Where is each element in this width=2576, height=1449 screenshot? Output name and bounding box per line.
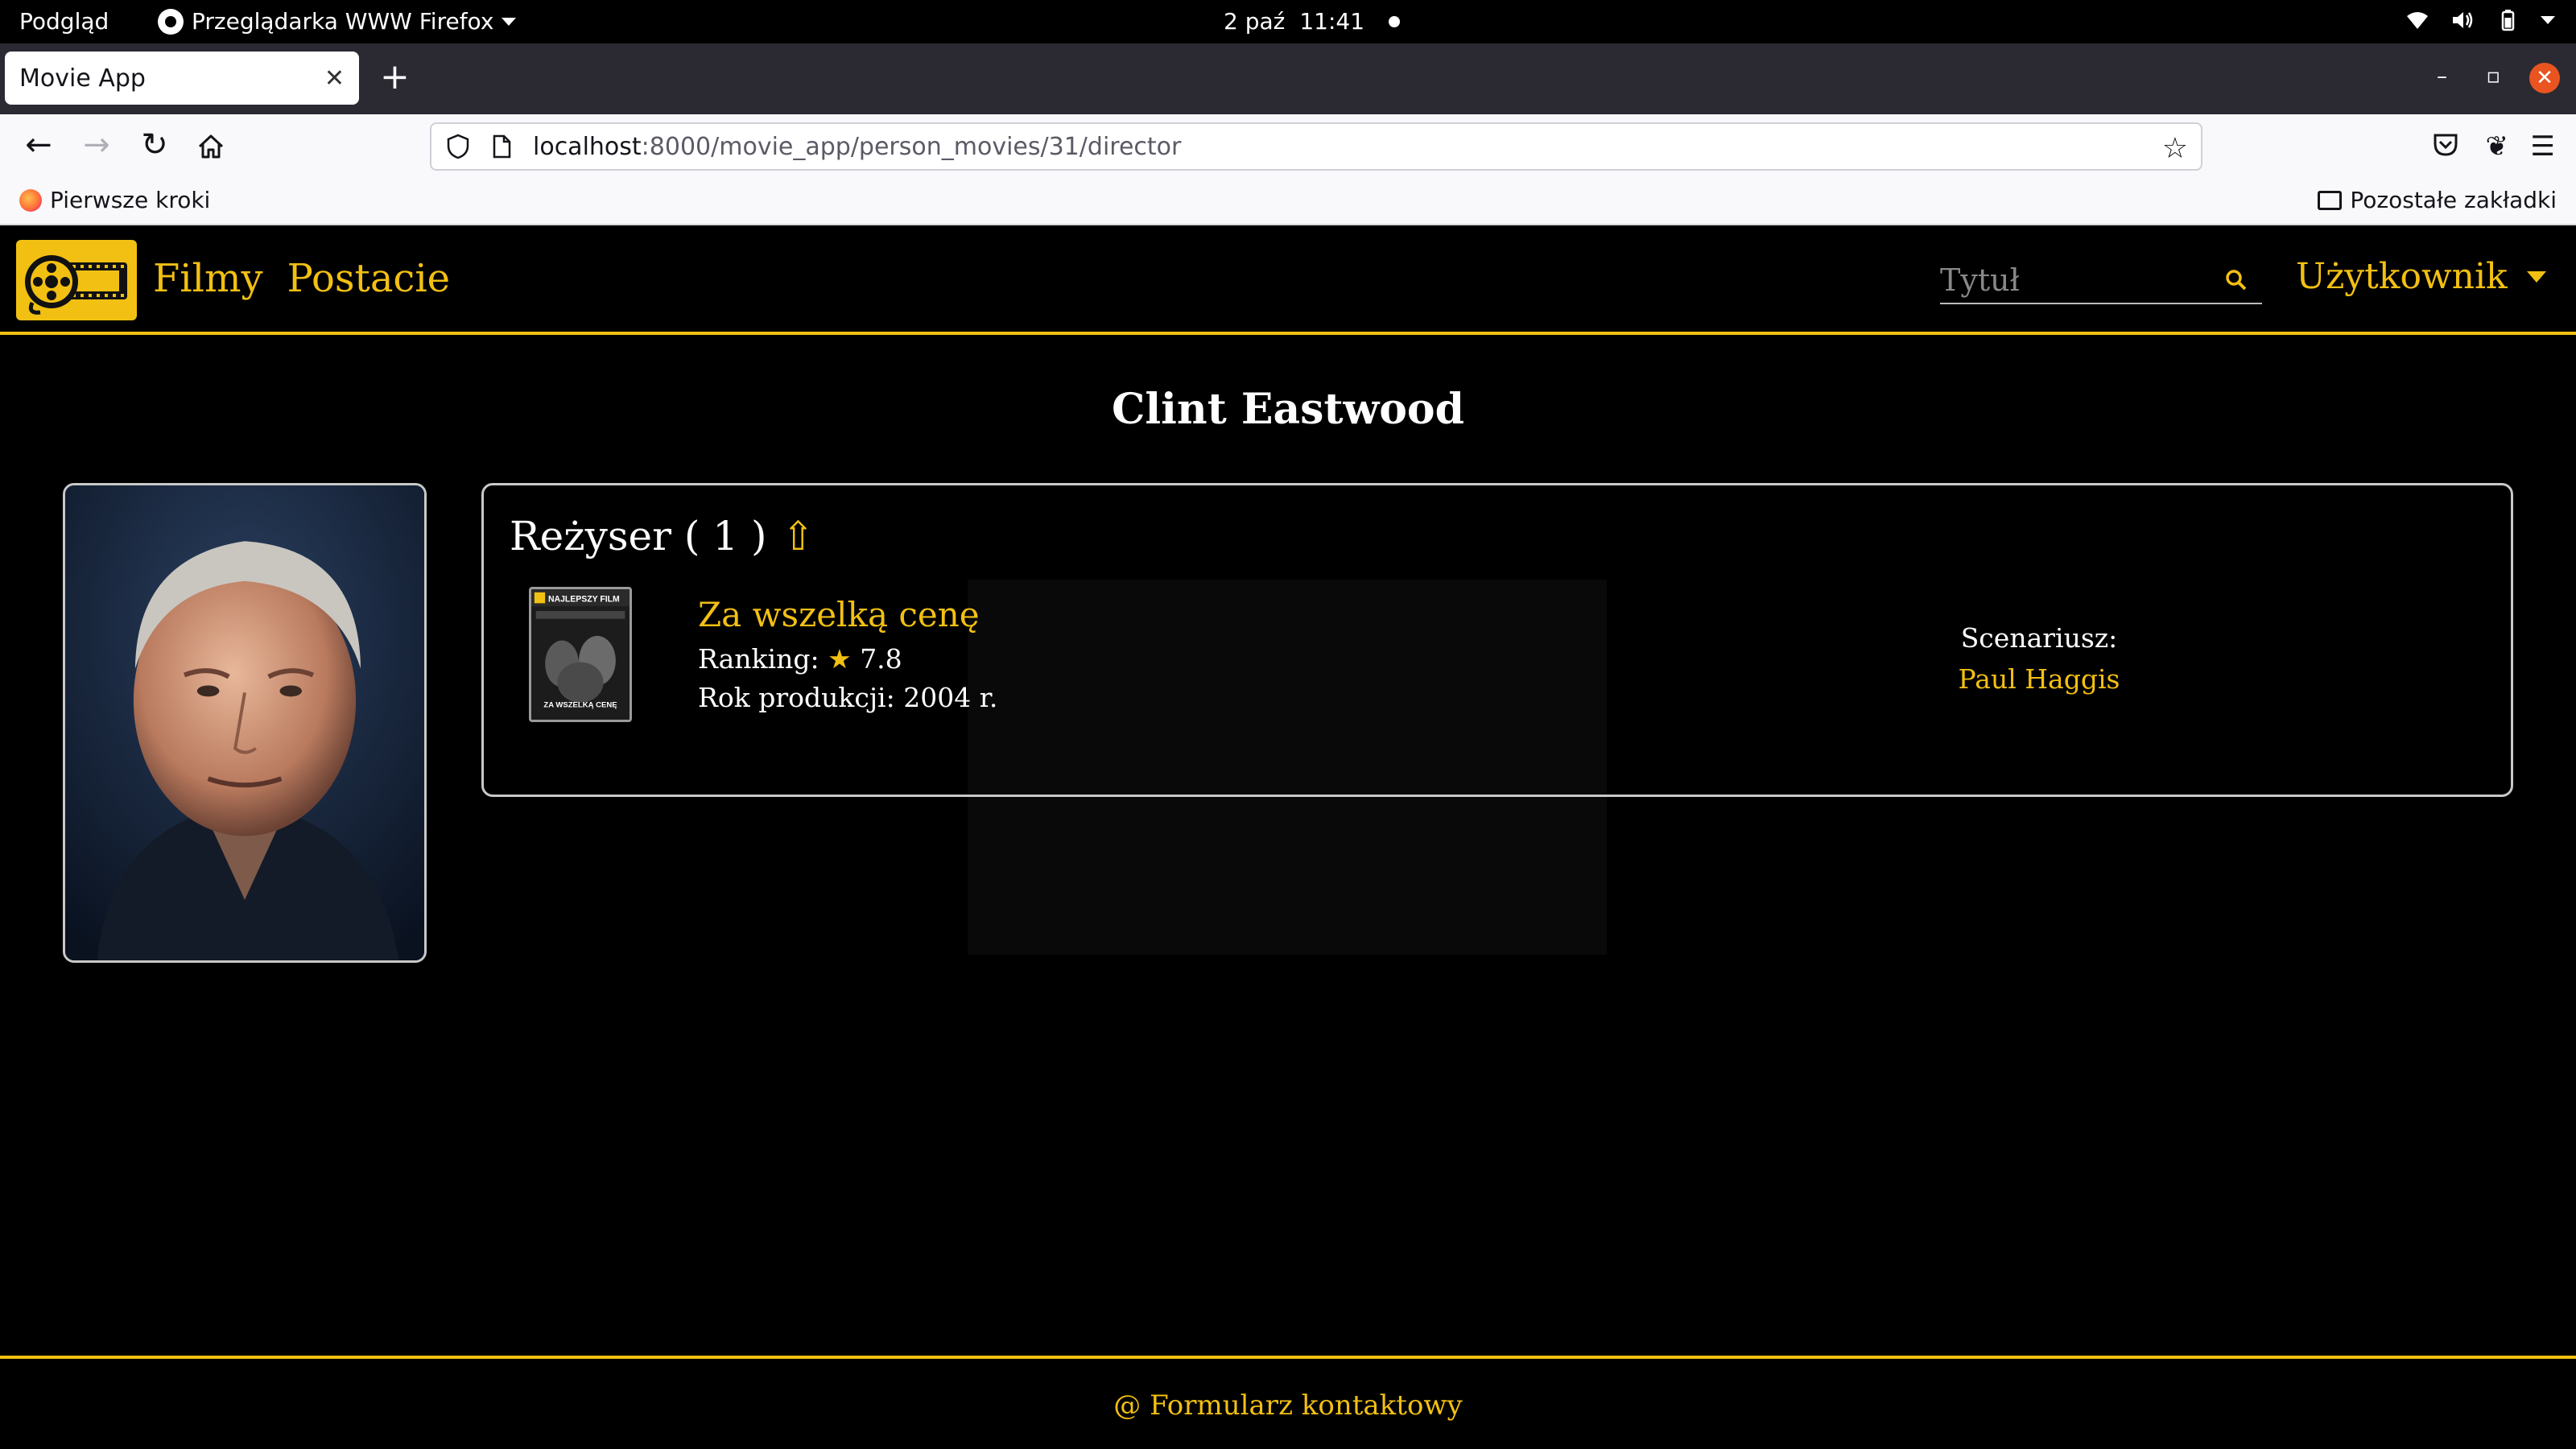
search-box (1940, 259, 2262, 304)
wifi-icon (2407, 12, 2428, 29)
person-photo (63, 483, 427, 963)
section-title: Reżyser ( 1 ) ⇧ (510, 513, 815, 559)
bookmark-other-folder[interactable]: Pozostałe zakładki (2318, 187, 2557, 213)
menu-icon[interactable]: ☰ (2531, 130, 2555, 163)
restore-icon[interactable]: ▫ (2486, 64, 2500, 89)
film-reel-logo-icon[interactable] (16, 240, 137, 320)
clock-time: 11:41 (1299, 8, 1365, 35)
page-content: Filmy Postacie Użytkownik Clint Eastwood (0, 225, 2576, 1449)
tab-title: Movie App (19, 64, 146, 93)
back-icon[interactable]: ← (21, 129, 56, 164)
close-tab-icon[interactable]: ✕ (324, 64, 345, 93)
system-tray[interactable] (2405, 8, 2555, 32)
chevron-down-icon (502, 17, 517, 26)
bookmark-star-icon[interactable]: ☆ (2162, 132, 2188, 165)
app-menu-label: Przeglądarka WWW Firefox (192, 8, 494, 35)
movie-poster[interactable]: NAJLEPSZY FILM ZA WSZELKĄ CENĘ (529, 587, 632, 722)
bookmark-getting-started[interactable]: Pierwsze kroki (19, 187, 210, 213)
nav-toolbar: ← → ↻ localhost:8000/movie_app/person_mo… (0, 114, 2576, 179)
tab-movie-app[interactable]: Movie App ✕ (5, 52, 359, 105)
clock-date: 2 paź (1224, 8, 1286, 35)
firefox-logo-icon (19, 188, 42, 212)
user-menu-label: Użytkownik (2296, 256, 2508, 297)
writer-block: Scenariusz: Paul Haggis (1918, 622, 2160, 695)
new-tab-icon[interactable]: + (380, 60, 410, 95)
url-text[interactable]: localhost:8000/movie_app/person_movies/3… (533, 133, 1181, 161)
contact-form-link[interactable]: @ Formularz kontaktowy (0, 1389, 2576, 1422)
url-path: :8000/movie_app/person_movies/31/directo… (641, 132, 1182, 161)
site-header: Filmy Postacie Użytkownik (0, 225, 2576, 335)
ranking-value: 7.8 (860, 643, 902, 675)
folder-icon (2318, 190, 2343, 210)
battery-icon (2501, 10, 2515, 31)
nav-link-characters[interactable]: Postacie (287, 256, 450, 301)
chevron-down-icon (2526, 270, 2546, 283)
section-title-text: Reżyser ( 1 ) (510, 513, 767, 559)
url-host: localhost (533, 132, 642, 161)
activities-button[interactable]: Podgląd (19, 8, 109, 35)
nav-link-movies[interactable]: Filmy (153, 256, 263, 301)
shield-icon[interactable] (446, 134, 470, 159)
movie-title-link[interactable]: Za wszelką cenę (698, 595, 980, 634)
collapse-arrow-icon[interactable]: ⇧ (781, 513, 815, 559)
poster-badge-text: NAJLEPSZY FILM (548, 594, 620, 604)
reload-icon[interactable]: ↻ (137, 129, 172, 164)
page-title: Clint Eastwood (1112, 385, 1464, 434)
pocket-icon[interactable] (2431, 130, 2460, 159)
volume-icon (2453, 12, 2473, 28)
firefox-icon (158, 8, 184, 35)
user-menu-dropdown[interactable]: Użytkownik (2296, 256, 2546, 297)
writer-link[interactable]: Paul Haggis (1918, 663, 2160, 695)
minimize-icon[interactable]: – (2437, 64, 2447, 89)
page-info-icon[interactable] (489, 134, 514, 159)
app-menu[interactable]: Przeglądarka WWW Firefox (158, 8, 517, 35)
movie-ranking: Ranking: ★ 7.8 (698, 643, 902, 675)
forward-icon[interactable]: → (79, 129, 114, 164)
site-nav: Filmy Postacie (153, 256, 450, 301)
bookmarks-bar: Pierwsze kroki Pozostałe zakładki (0, 179, 2576, 225)
home-icon[interactable] (195, 130, 227, 163)
bookmark-label: Pierwsze kroki (50, 187, 211, 213)
url-bar[interactable]: localhost:8000/movie_app/person_movies/3… (430, 122, 2202, 171)
ranking-label: Ranking: (698, 643, 819, 675)
tab-strip: Movie App ✕ + – ▫ ✕ (0, 43, 2576, 114)
poster-title-text: ZA WSZELKĄ CENĘ (543, 701, 617, 710)
director-section: Reżyser ( 1 ) ⇧ NAJLEPSZY FILM ZA WSZELKĄ… (481, 483, 2513, 797)
search-input[interactable] (1940, 259, 2214, 301)
notification-dot-icon (1389, 15, 1401, 27)
system-top-bar: Podgląd Przeglądarka WWW Firefox 2 paź 1… (0, 0, 2576, 43)
search-icon[interactable] (2225, 269, 2248, 291)
extension-icon[interactable]: ❦ (2486, 130, 2509, 163)
writer-label: Scenariusz: (1960, 622, 2118, 654)
close-window-icon[interactable]: ✕ (2529, 63, 2560, 93)
clock[interactable]: 2 paź 11:41 (1224, 8, 1401, 35)
site-footer: @ Formularz kontaktowy (0, 1356, 2576, 1449)
movie-year: Rok produkcji: 2004 r. (698, 682, 998, 713)
star-icon: ★ (828, 643, 852, 675)
bookmark-other-label: Pozostałe zakładki (2350, 187, 2557, 213)
tray-chevron-down-icon (2541, 16, 2555, 24)
